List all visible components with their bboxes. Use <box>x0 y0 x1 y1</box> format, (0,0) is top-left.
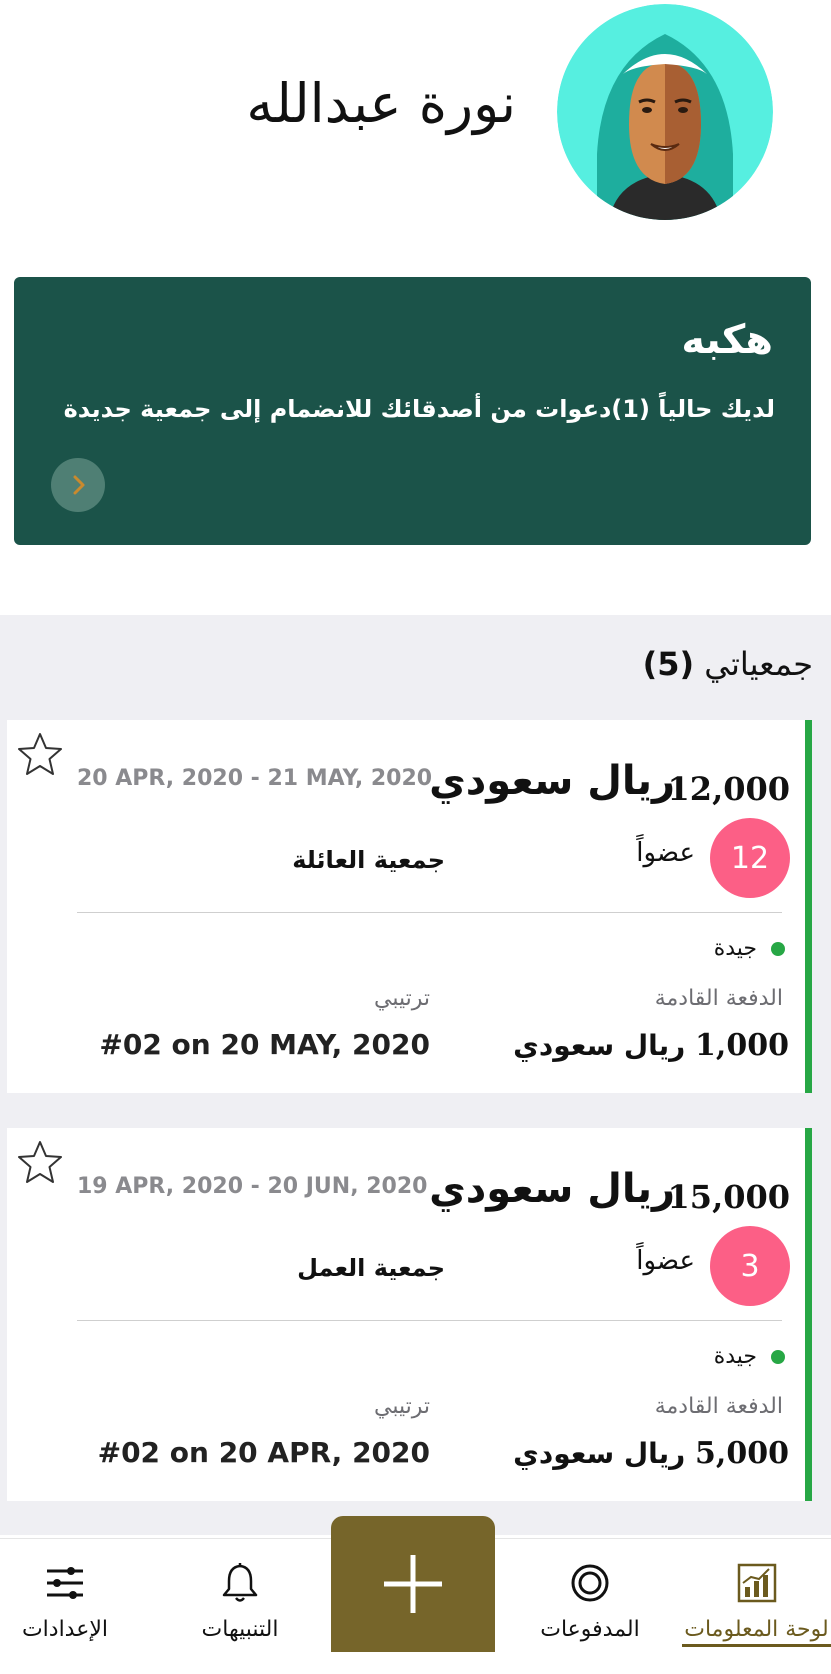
next-payment-label: الدفعة القادمة <box>654 1394 783 1419</box>
nav-item-notifications[interactable]: التنبيهات <box>180 1539 300 1674</box>
star-outline-icon <box>18 1141 62 1183</box>
banner-message: لديك حالياً (1)دعوات من أصدقائك للانضمام… <box>63 395 775 423</box>
group-name: جمعية العائلة <box>292 846 445 874</box>
star-outline-icon <box>18 733 62 775</box>
status-dot-icon <box>771 1349 785 1364</box>
nav-item-payments[interactable]: المدفوعات <box>530 1539 650 1674</box>
group-status: جيدة <box>714 936 785 961</box>
group-currency: ريال سعودي <box>429 1166 675 1212</box>
rank-label: ترتيبي <box>374 986 430 1011</box>
group-currency: ريال سعودي <box>429 758 675 804</box>
nav-label-notifications: التنبيهات <box>201 1617 279 1642</box>
nav-item-settings[interactable]: الإعدادات <box>0 1539 130 1674</box>
group-dates: 20 APR, 2020 - 21 MAY, 2020 <box>77 766 433 791</box>
sliders-icon <box>47 1567 83 1599</box>
add-group-button[interactable] <box>331 1516 495 1652</box>
status-text: جيدة <box>713 936 757 961</box>
section-title-label: جمعياتي <box>704 645 813 683</box>
nav-label-dashboard: لوحة المعلومات <box>684 1617 829 1642</box>
next-payment-currency: ريال سعودي <box>513 1437 686 1470</box>
chevron-right-icon <box>73 475 85 495</box>
members-label: عضواً <box>636 838 695 868</box>
user-avatar[interactable] <box>557 4 773 220</box>
bell-icon <box>222 1563 258 1602</box>
profile-header: نورة عبدالله <box>0 0 831 250</box>
next-payment-amount: 5,000 <box>695 1436 789 1471</box>
plus-icon <box>384 1555 442 1613</box>
group-amount: 12,000 <box>667 770 790 808</box>
group-card[interactable]: 12,000 ريال سعودي 20 APR, 2020 - 21 MAY,… <box>7 720 812 1093</box>
nav-item-dashboard[interactable]: لوحة المعلومات <box>682 1539 831 1674</box>
status-text: جيدة <box>713 1344 757 1369</box>
favorite-button[interactable] <box>15 730 65 780</box>
members-count-badge: 12 <box>710 818 790 898</box>
group-dates: 19 APR, 2020 - 20 JUN, 2020 <box>77 1174 428 1199</box>
my-groups-section: جمعياتي (5) 12,000 ريال سعودي 20 APR, 20… <box>0 615 831 1535</box>
active-tab-indicator <box>682 1644 831 1647</box>
banner-title: هكبه <box>681 317 773 363</box>
nav-label-payments: المدفوعات <box>540 1617 640 1642</box>
nav-label-settings: الإعدادات <box>21 1617 109 1642</box>
next-payment-value: 1,000 ريال سعودي <box>513 1028 789 1063</box>
rank-value: #02 on 20 MAY, 2020 <box>99 1028 430 1061</box>
banner-arrow-button[interactable] <box>51 458 105 512</box>
next-payment-currency: ريال سعودي <box>513 1029 686 1062</box>
next-payment-value: 5,000 ريال سعودي <box>513 1436 789 1471</box>
rank-value: #02 on 20 APR, 2020 <box>97 1436 430 1469</box>
card-divider <box>77 912 782 913</box>
next-payment-label: الدفعة القادمة <box>654 986 783 1011</box>
status-dot-icon <box>771 941 785 956</box>
rank-label: ترتيبي <box>374 1394 430 1419</box>
group-card[interactable]: 15,000 ريال سعودي 19 APR, 2020 - 20 JUN,… <box>7 1128 812 1501</box>
groups-count: (5) <box>642 645 695 683</box>
avatar-illustration <box>557 4 773 220</box>
user-name: نورة عبدالله <box>246 72 516 135</box>
card-divider <box>77 1320 782 1321</box>
group-status: جيدة <box>714 1344 785 1369</box>
members-count-badge: 3 <box>710 1226 790 1306</box>
app-screen: نورة عبدالله هكبه لديك حالياً (1)دعوات م… <box>0 0 831 1674</box>
group-name: جمعية العمل <box>297 1254 445 1282</box>
chart-icon <box>737 1563 776 1603</box>
invitations-banner[interactable]: هكبه لديك حالياً (1)دعوات من أصدقائك للا… <box>14 277 811 545</box>
section-title: جمعياتي (5) <box>643 645 813 683</box>
members-label: عضواً <box>636 1246 695 1276</box>
target-icon <box>571 1564 609 1602</box>
favorite-button[interactable] <box>15 1138 65 1188</box>
group-amount: 15,000 <box>667 1178 790 1216</box>
next-payment-amount: 1,000 <box>695 1028 789 1063</box>
